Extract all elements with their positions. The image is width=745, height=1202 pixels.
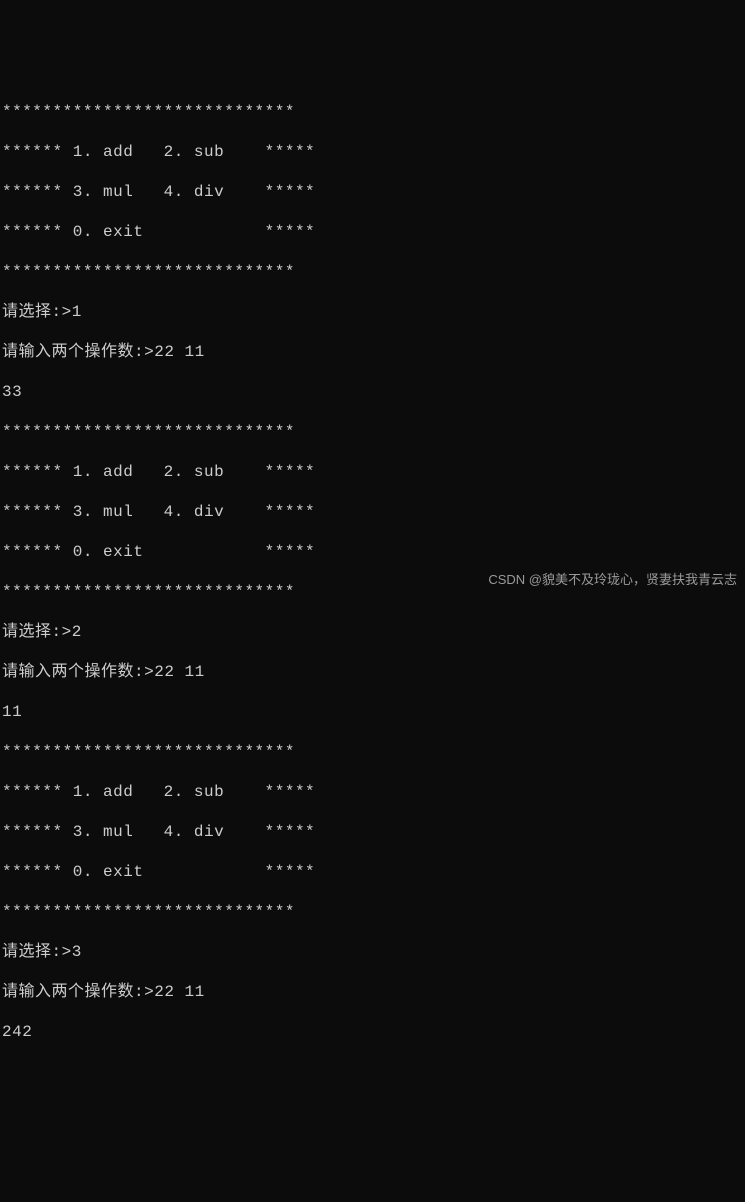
menu-border: ***************************** (2, 742, 745, 762)
menu-row-1: ****** 1. add 2. sub ***** (2, 462, 745, 482)
result-output: 33 (2, 382, 745, 402)
user-operands[interactable]: 22 11 (154, 663, 205, 681)
menu-row-1: ****** 1. add 2. sub ***** (2, 142, 745, 162)
prompt-select: 请选择:> (2, 623, 72, 641)
menu-row-3: ****** 0. exit ***** (2, 222, 745, 242)
prompt-operands: 请输入两个操作数:> (2, 343, 154, 361)
prompt-select-line: 请选择:>2 (2, 622, 745, 642)
user-operands[interactable]: 22 11 (154, 983, 205, 1001)
menu-row-3: ****** 0. exit ***** (2, 542, 745, 562)
menu-border: ***************************** (2, 262, 745, 282)
menu-row-2: ****** 3. mul 4. div ***** (2, 182, 745, 202)
prompt-select: 请选择:> (2, 303, 72, 321)
prompt-select: 请选择:> (2, 943, 72, 961)
menu-border: ***************************** (2, 422, 745, 442)
prompt-operands: 请输入两个操作数:> (2, 663, 154, 681)
result-output: 242 (2, 1022, 745, 1042)
prompt-operands-line: 请输入两个操作数:>22 11 (2, 662, 745, 682)
menu-row-2: ****** 3. mul 4. div ***** (2, 822, 745, 842)
user-operands[interactable]: 22 11 (154, 343, 205, 361)
menu-row-3: ****** 0. exit ***** (2, 862, 745, 882)
prompt-select-line: 请选择:>1 (2, 302, 745, 322)
user-choice[interactable]: 2 (72, 623, 82, 641)
user-choice[interactable]: 1 (72, 303, 82, 321)
user-choice[interactable]: 3 (72, 943, 82, 961)
menu-border: ***************************** (2, 902, 745, 922)
prompt-select-line: 请选择:>3 (2, 942, 745, 962)
menu-border: ***************************** (2, 102, 745, 122)
watermark-text: CSDN @貌美不及玲珑心，贤妻扶我青云志 (488, 572, 737, 588)
result-output: 11 (2, 702, 745, 722)
menu-row-2: ****** 3. mul 4. div ***** (2, 502, 745, 522)
prompt-operands-line: 请输入两个操作数:>22 11 (2, 982, 745, 1002)
prompt-operands: 请输入两个操作数:> (2, 983, 154, 1001)
prompt-operands-line: 请输入两个操作数:>22 11 (2, 342, 745, 362)
menu-row-1: ****** 1. add 2. sub ***** (2, 782, 745, 802)
